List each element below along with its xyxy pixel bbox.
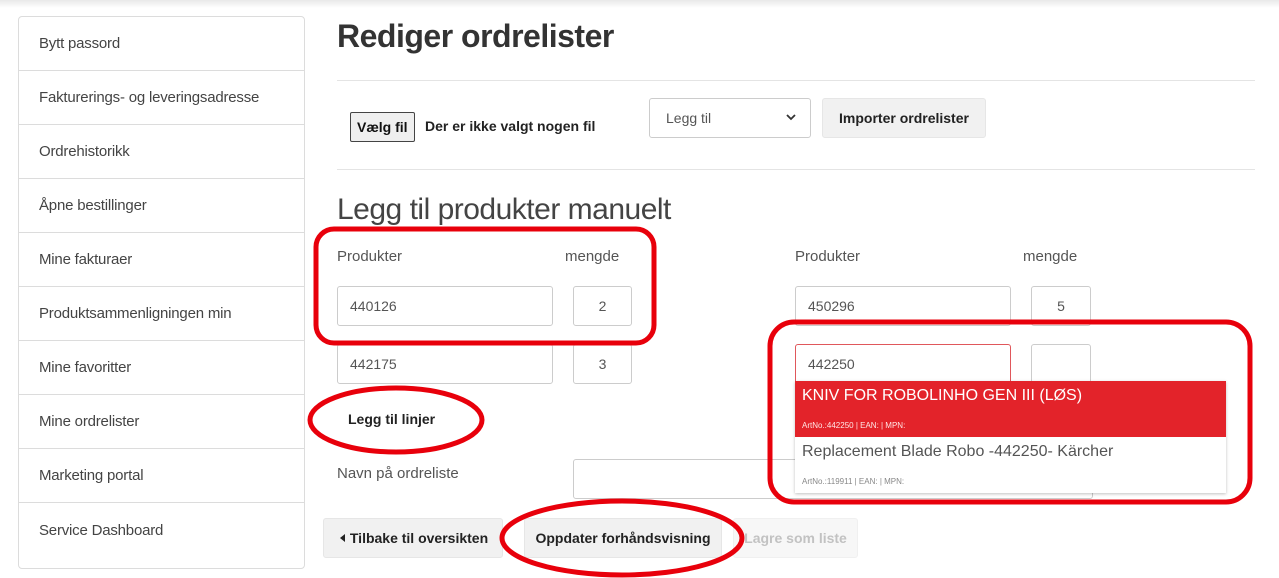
sidebar-item-favorites[interactable]: Mine favoritter (19, 341, 304, 395)
products-label-left: Produkter (337, 248, 403, 265)
account-sidebar: Bytt passord Fakturerings- og leveringsa… (18, 16, 305, 569)
suggestion-item[interactable]: Replacement Blade Robo -442250- Kärcher … (795, 437, 1226, 493)
quantity-input[interactable]: 2 (573, 286, 632, 326)
back-button-label: Tilbake til oversikten (349, 530, 489, 546)
product-input[interactable]: 450296 (795, 286, 1011, 326)
suggestion-item[interactable]: KNIV FOR ROBOLINHO GEN III (LØS) ArtNo.:… (795, 381, 1226, 437)
file-status-text: Der er ikke valgt nogen fil (425, 118, 596, 134)
sidebar-item-service-dashboard[interactable]: Service Dashboard (19, 503, 304, 557)
quantity-label-left: mengde (565, 248, 620, 265)
list-name-label: Navn på ordreliste (337, 465, 459, 482)
top-shade (0, 0, 1279, 8)
import-order-lists-button[interactable]: Importer ordrelister (822, 98, 986, 138)
save-as-list-button[interactable]: Lagre som liste (733, 518, 858, 558)
product-input[interactable]: 442175 (337, 344, 553, 384)
sidebar-item-addresses[interactable]: Fakturerings- og leveringsadresse (19, 71, 304, 125)
products-label-right: Produkter (795, 248, 861, 265)
sidebar-item-open-orders[interactable]: Åpne bestillinger (19, 179, 304, 233)
quantity-input[interactable]: 3 (573, 344, 632, 384)
sidebar-item-invoices[interactable]: Mine fakturaer (19, 233, 304, 287)
chevron-down-icon (786, 114, 796, 121)
import-mode-value: Legg til (666, 110, 712, 126)
choose-file-button[interactable]: Vælg fil (350, 112, 415, 142)
page-title: Rediger ordrelister (337, 18, 614, 54)
caret-left-icon (339, 534, 345, 542)
divider (337, 169, 1255, 170)
sidebar-item-change-password[interactable]: Bytt passord (19, 17, 304, 71)
product-suggestions-dropdown: KNIV FOR ROBOLINHO GEN III (LØS) ArtNo.:… (795, 381, 1226, 493)
quantity-label-right: mengde (1023, 248, 1078, 265)
add-lines-button[interactable]: Legg til linjer (348, 411, 435, 427)
quantity-input[interactable] (1031, 344, 1091, 384)
update-preview-button[interactable]: Oppdater forhåndsvisning (524, 518, 722, 558)
divider (337, 80, 1255, 81)
suggestion-title: KNIV FOR ROBOLINHO GEN III (LØS) (802, 387, 1083, 404)
suggestion-meta: ArtNo.:119911 | EAN: | MPN: (802, 477, 905, 486)
sidebar-item-product-comparison[interactable]: Produktsammenligningen min (19, 287, 304, 341)
product-input[interactable]: 440126 (337, 286, 553, 326)
manual-section-title: Legg til produkter manuelt (337, 193, 671, 226)
quantity-input[interactable]: 5 (1031, 286, 1091, 326)
import-mode-select[interactable]: Legg til (649, 98, 811, 138)
sidebar-item-marketing-portal[interactable]: Marketing portal (19, 449, 304, 503)
sidebar-item-order-history[interactable]: Ordrehistorikk (19, 125, 304, 179)
suggestion-title: Replacement Blade Robo -442250- Kärcher (802, 443, 1114, 460)
sidebar-item-order-lists[interactable]: Mine ordrelister (19, 395, 304, 449)
suggestion-meta: ArtNo.:442250 | EAN: | MPN: (802, 421, 906, 430)
back-to-overview-button[interactable]: Tilbake til oversikten (323, 518, 503, 558)
product-search-input[interactable]: 442250 (795, 344, 1011, 384)
